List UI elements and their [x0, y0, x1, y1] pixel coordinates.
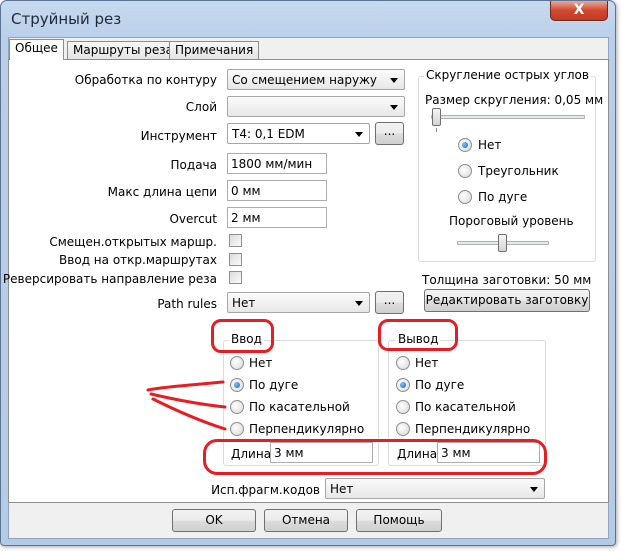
lead-out-none-label: Нет — [415, 356, 439, 370]
threshold-label: Пороговый уровень — [449, 214, 574, 228]
rounding-arc-radio[interactable] — [458, 190, 472, 204]
lead-in-length-input[interactable]: 3 мм — [270, 442, 373, 463]
rounding-triangle-radio[interactable] — [458, 164, 472, 178]
lead-out-none-radio[interactable] — [396, 356, 410, 370]
contour-label: Обработка по контуру — [74, 73, 217, 87]
lead-in-length-label: Длина — [231, 447, 272, 461]
reverse-label: Реверсировать направление реза — [2, 272, 217, 286]
rounding-triangle-label: Треугольник — [478, 164, 559, 178]
reverse-checkbox[interactable] — [229, 271, 242, 284]
overcut-input[interactable]: 2 мм — [227, 207, 327, 228]
lead-in-arc-label: По дуге — [249, 378, 299, 392]
lead-in-arc-radio[interactable] — [230, 378, 244, 392]
overcut-label: Overcut — [169, 212, 217, 226]
path-rules-browse-button[interactable]: ... — [375, 291, 404, 314]
tool-label: Инструмент — [140, 129, 217, 143]
chain-length-label: Макс длина цепи — [107, 185, 217, 199]
lead-out-perpendicular-radio[interactable] — [396, 422, 410, 436]
tool-dropdown[interactable]: T4: 0,1 EDM — [227, 123, 370, 144]
help-button[interactable]: Помощь — [356, 509, 442, 532]
tab-cut-paths[interactable]: Маршруты реза — [67, 41, 180, 60]
chain-length-input[interactable]: 0 мм — [227, 180, 327, 201]
rounding-arc-label: По дуге — [478, 190, 528, 204]
fragment-codes-value: Нет — [330, 482, 354, 496]
chevron-down-icon — [390, 78, 398, 83]
lead-out-arc-radio[interactable] — [396, 378, 410, 392]
lead-out-perpendicular-label: Перпендикулярно — [415, 422, 531, 436]
tab-notes[interactable]: Примечания — [169, 41, 260, 60]
tool-browse-button[interactable]: ... — [375, 122, 404, 145]
feed-input[interactable]: 1800 мм/мин — [227, 153, 327, 174]
lead-out-length-input[interactable]: 3 мм — [437, 442, 540, 463]
stock-thickness-label: Толщина заготовки: 50 мм — [422, 273, 592, 287]
offset-open-checkbox[interactable] — [229, 234, 242, 247]
close-button[interactable]: X — [550, 1, 608, 21]
dialog-window: Струйный рез X Общее Маршруты реза Приме… — [0, 0, 616, 546]
chevron-down-icon — [530, 487, 538, 492]
lead-open-checkbox[interactable] — [229, 253, 242, 266]
layer-dropdown[interactable] — [227, 96, 405, 117]
lead-in-tangent-label: По касательной — [249, 400, 350, 414]
rounding-none-radio[interactable] — [458, 138, 472, 152]
slider-tick — [436, 128, 437, 132]
tool-value: T4: 0,1 EDM — [232, 127, 305, 141]
path-rules-dropdown[interactable]: Нет — [227, 292, 370, 313]
ok-button[interactable]: OK — [172, 509, 256, 532]
lead-in-none-label: Нет — [249, 356, 273, 370]
chevron-down-icon — [390, 105, 398, 110]
contour-dropdown[interactable]: Со смещением наружу — [227, 69, 405, 90]
feed-label: Подача — [170, 158, 217, 172]
chevron-down-icon — [355, 132, 363, 137]
lead-out-arc-label: По дуге — [415, 378, 465, 392]
rounding-size-label: Размер скругления: 0,05 мм — [425, 93, 604, 107]
rounding-size-track — [431, 115, 585, 119]
edit-stock-button[interactable]: Редактировать заготовку — [424, 289, 590, 312]
lead-in-tangent-radio[interactable] — [230, 400, 244, 414]
lead-in-perpendicular-label: Перпендикулярно — [249, 422, 365, 436]
fragment-codes-dropdown[interactable]: Нет — [325, 478, 545, 499]
tab-general[interactable]: Общее — [9, 39, 64, 60]
threshold-slider[interactable] — [498, 234, 507, 252]
rounding-size-slider[interactable] — [432, 108, 441, 126]
contour-value: Со смещением наружу — [232, 73, 377, 87]
chevron-down-icon — [355, 301, 363, 306]
offset-open-label: Смещен.открытых маршр. — [49, 235, 217, 249]
lead-open-label: Ввод на откр.маршрутах — [59, 253, 217, 267]
path-rules-label: Path rules — [157, 297, 217, 311]
lead-out-length-label: Длина — [397, 447, 438, 461]
lead-in-perpendicular-radio[interactable] — [230, 422, 244, 436]
rounding-group-title: Скругление острых углов — [424, 68, 591, 82]
layer-label: Слой — [185, 100, 217, 114]
lead-in-title: Ввод — [229, 332, 264, 346]
rounding-none-label: Нет — [478, 138, 502, 152]
lead-out-tangent-radio[interactable] — [396, 400, 410, 414]
lead-in-none-radio[interactable] — [230, 356, 244, 370]
window-title: Струйный рез — [11, 10, 122, 28]
path-rules-value: Нет — [232, 296, 256, 310]
cancel-button[interactable]: Отмена — [264, 509, 348, 532]
lead-out-tangent-label: По касательной — [415, 400, 516, 414]
lead-out-title: Вывод — [396, 332, 441, 346]
fragment-codes-label: Исп.фрагм.кодов — [211, 483, 320, 497]
